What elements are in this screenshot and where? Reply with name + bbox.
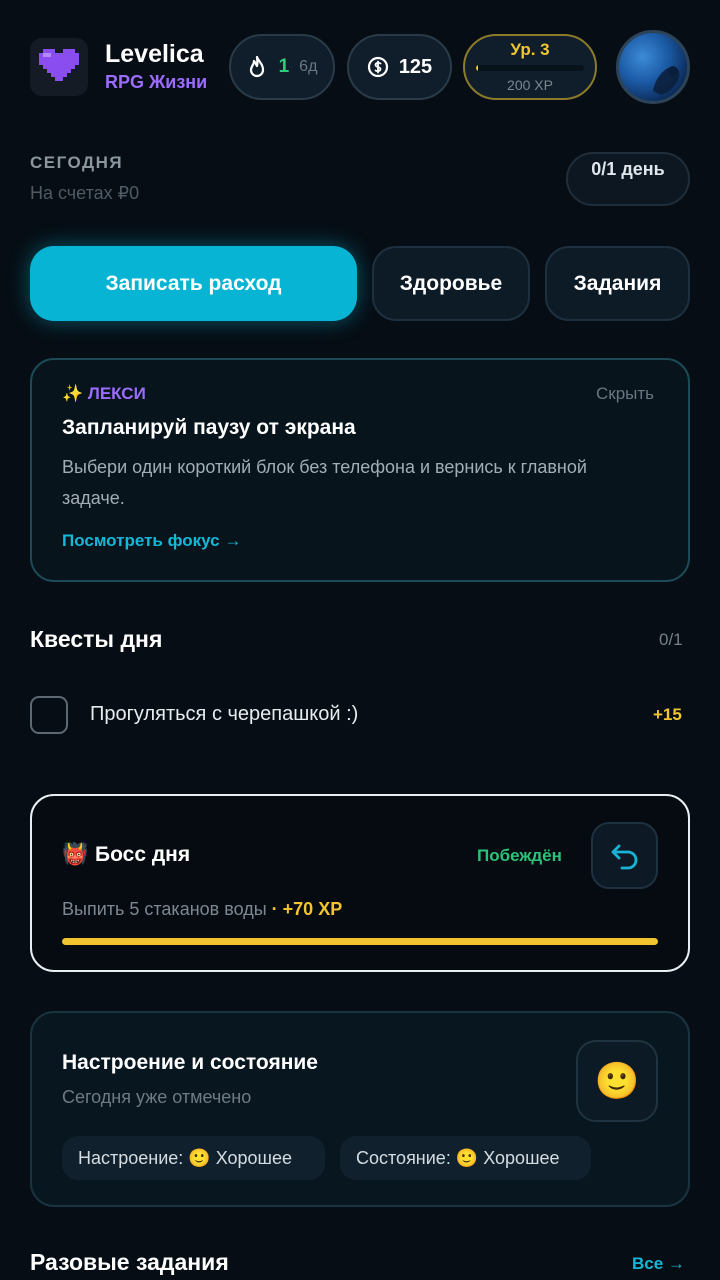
app-subtitle: RPG Жизни: [105, 72, 208, 92]
boss-task: Выпить 5 стаканов воды: [62, 899, 267, 919]
boss-progress-bar: [62, 938, 658, 945]
quest-text[interactable]: Прогуляться с черепашкой :): [90, 703, 358, 726]
avatar[interactable]: [616, 30, 690, 104]
today-title: СЕГОДНЯ: [30, 153, 124, 172]
level-label: Ур. 3: [510, 39, 550, 59]
mood-subtitle: Сегодня уже отмечено: [62, 1087, 252, 1107]
streak-value: 1: [278, 56, 290, 77]
level-progress-bar: [476, 64, 584, 71]
view-all-link[interactable]: Все →: [632, 1254, 685, 1274]
coins-value: 125: [398, 55, 433, 78]
ogre-icon: 👹: [62, 843, 89, 866]
boss-description: Выпить 5 стаканов воды · +70 XP: [62, 899, 342, 920]
quests-title: Квесты дня: [30, 626, 163, 652]
streak-pill[interactable]: 1 6д: [229, 34, 335, 100]
record-expense-button[interactable]: Записать расход: [30, 246, 357, 321]
state-chip: Состояние: 🙂 Хорошее: [340, 1136, 591, 1180]
lexi-title: Запланируй паузу от экрана: [62, 416, 356, 439]
lexi-text: Выбери один короткий блок без телефона и…: [62, 457, 587, 508]
flame-icon: [249, 55, 264, 78]
tasks-button[interactable]: Задания: [545, 246, 690, 321]
boss-separator: ·: [266, 899, 283, 919]
heart-icon: [39, 49, 79, 81]
lexi-tag: ✨ ЛЕКСИ: [62, 384, 146, 403]
undo-button[interactable]: [591, 822, 658, 889]
one-time-tasks-title: Разовые задания: [30, 1249, 229, 1275]
avatar-image: [653, 66, 680, 95]
app-name: Levelica: [105, 40, 204, 68]
mood-title: Настроение и состояние: [62, 1051, 318, 1074]
mood-button[interactable]: 🙂: [576, 1040, 658, 1122]
boss-xp: +70 XP: [282, 899, 343, 919]
app-logo: [30, 38, 88, 96]
level-progress-fill: [476, 64, 479, 71]
level-pill[interactable]: Ур. 3 200 XP: [463, 34, 597, 100]
boss-progress-fill: [62, 938, 658, 945]
level-xp: 200 XP: [507, 76, 553, 93]
boss-card: [30, 794, 690, 972]
day-progress-badge: 0/1 день: [566, 152, 690, 206]
coins-pill[interactable]: 125: [347, 34, 452, 100]
boss-title: Босс дня: [95, 843, 191, 866]
quest-checkbox[interactable]: [30, 696, 68, 734]
lexi-hide-button[interactable]: Скрыть: [596, 384, 654, 404]
streak-unit: 6д: [299, 58, 318, 75]
view-focus-link[interactable]: Посмотреть фокус →: [62, 531, 241, 551]
undo-icon: [611, 844, 637, 869]
health-button[interactable]: Здоровье: [372, 246, 530, 321]
coin-icon: [367, 56, 388, 78]
boss-status: Побеждён: [477, 846, 562, 865]
quests-count: 0/1: [659, 630, 683, 649]
today-balance: На счетах ₽0: [30, 183, 140, 203]
mood-chip: Настроение: 🙂 Хорошее: [62, 1136, 325, 1180]
quest-xp: +15: [653, 705, 682, 724]
